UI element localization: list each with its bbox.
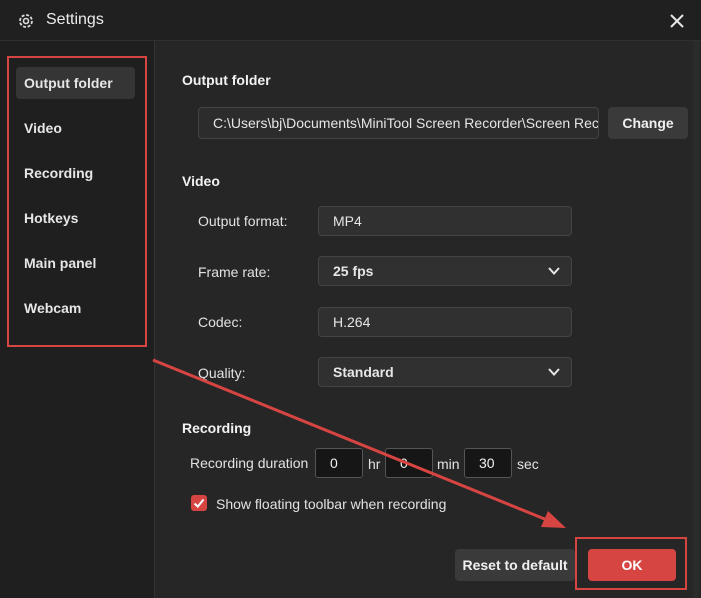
floating-toolbar-label: Show floating toolbar when recording	[216, 496, 447, 512]
frame-rate-label: Frame rate:	[198, 264, 271, 280]
hours-unit: hr	[368, 456, 381, 472]
change-button[interactable]: Change	[608, 107, 688, 139]
output-folder-heading: Output folder	[182, 72, 271, 88]
sidebar-item-webcam[interactable]: Webcam	[16, 292, 135, 324]
seconds-input[interactable]: 30	[464, 448, 512, 478]
quality-value: Standard	[333, 364, 394, 380]
title-bar: Settings	[0, 0, 701, 41]
codec-field[interactable]: H.264	[318, 307, 572, 337]
window-title: Settings	[46, 11, 104, 28]
output-format-label: Output format:	[198, 213, 288, 229]
ok-button[interactable]: OK	[588, 549, 676, 581]
quality-select[interactable]: Standard	[318, 357, 572, 387]
quality-label: Quality:	[198, 365, 246, 381]
floating-toolbar-checkbox[interactable]	[191, 495, 207, 511]
output-folder-path-field[interactable]: C:\Users\bj\Documents\MiniTool Screen Re…	[198, 107, 599, 139]
minutes-input[interactable]: 0	[385, 448, 433, 478]
gear-icon	[19, 14, 33, 28]
frame-rate-select[interactable]: 25 fps	[318, 256, 572, 286]
recording-duration-label: Recording duration	[190, 455, 309, 471]
sidebar-item-output-folder[interactable]: Output folder	[16, 67, 135, 99]
chevron-down-icon	[548, 267, 560, 275]
close-icon[interactable]	[664, 8, 690, 34]
sidebar-item-hotkeys[interactable]: Hotkeys	[16, 202, 135, 234]
sidebar-item-video[interactable]: Video	[16, 112, 135, 144]
output-format-field[interactable]: MP4	[318, 206, 572, 236]
video-heading: Video	[182, 173, 220, 189]
chevron-down-icon	[548, 368, 560, 376]
reset-to-default-button[interactable]: Reset to default	[455, 549, 575, 581]
hours-input[interactable]: 0	[315, 448, 363, 478]
recording-heading: Recording	[182, 420, 252, 436]
frame-rate-value: 25 fps	[333, 263, 374, 279]
codec-label: Codec:	[198, 314, 243, 330]
sidebar-item-recording[interactable]: Recording	[16, 157, 135, 189]
scrollbar[interactable]	[693, 41, 699, 598]
checkmark-icon	[193, 498, 205, 508]
sidebar-item-main-panel[interactable]: Main panel	[16, 247, 135, 279]
seconds-unit: sec	[517, 456, 539, 472]
minutes-unit: min	[437, 456, 460, 472]
